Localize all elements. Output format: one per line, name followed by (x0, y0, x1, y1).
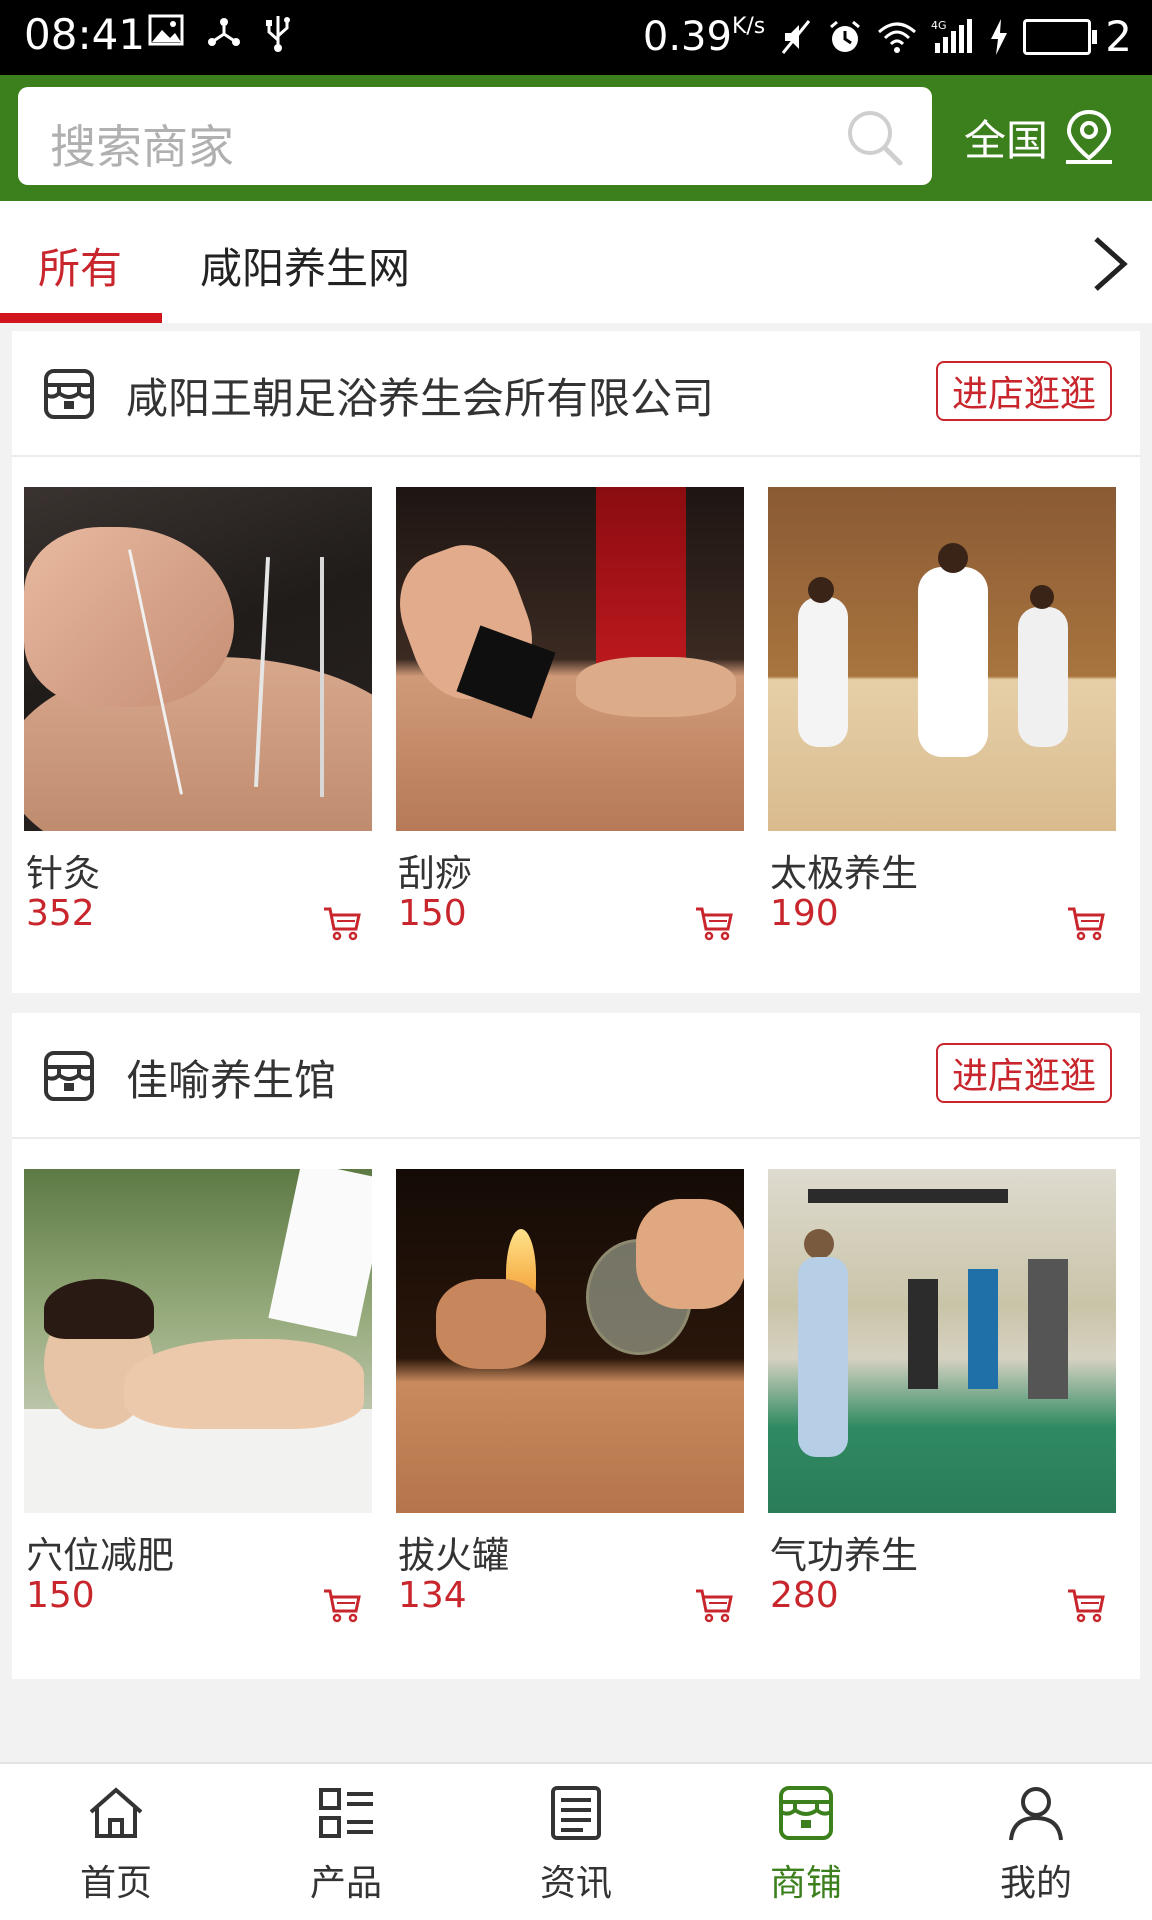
tab-xianyang-health[interactable]: 咸阳养生网 (200, 235, 410, 296)
product-price: 280 (770, 1575, 839, 1616)
cart-icon[interactable] (322, 905, 362, 941)
product-grid: 针灸 352 刮痧 150 太极养生 190 (12, 457, 1140, 987)
gallery-icon (148, 14, 184, 46)
shop-card: 佳喻养生馆 进店逛逛 穴位减肥 150 拔火罐 134 气功养生 280 (12, 1013, 1140, 1679)
product-name: 穴位减肥 (26, 1534, 174, 1577)
shop-card: 咸阳王朝足浴养生会所有限公司 进店逛逛 针灸 352 刮痧 150 太极养生 1… (12, 331, 1140, 993)
shop-header: 佳喻养生馆 进店逛逛 (12, 1013, 1140, 1139)
product-price: 352 (26, 893, 95, 934)
mute-icon (782, 19, 811, 54)
shop-header: 咸阳王朝足浴养生会所有限公司 进店逛逛 (12, 331, 1140, 457)
status-indicators: 0.39K/s 4G 2 (643, 12, 1132, 61)
nav-home-label: 首页 (79, 1863, 152, 1904)
product-card[interactable]: 拔火罐 134 (396, 1169, 744, 1623)
product-card[interactable]: 太极养生 190 (768, 487, 1116, 941)
product-name: 刮痧 (398, 852, 472, 895)
network-type: 4G (931, 19, 947, 32)
region-label: 全国 (964, 115, 1049, 165)
news-icon (551, 1786, 601, 1840)
store-icon (44, 369, 94, 419)
nav-profile-label: 我的 (999, 1863, 1072, 1904)
category-tabs: 所有 咸阳养生网 (0, 201, 1152, 323)
product-name: 拔火罐 (398, 1534, 509, 1577)
product-image-slimming[interactable] (24, 1169, 372, 1513)
sim-number: 2 (1105, 12, 1132, 61)
product-image-acupuncture[interactable] (24, 487, 372, 831)
product-price: 190 (770, 893, 839, 934)
product-image-taichi[interactable] (768, 487, 1116, 831)
battery-icon (1023, 18, 1098, 55)
product-name: 针灸 (26, 852, 100, 895)
nav-products-label: 产品 (309, 1863, 382, 1904)
search-placeholder: 搜索商家 (50, 120, 234, 174)
share-network-icon (208, 18, 240, 46)
active-tab-indicator (0, 313, 162, 323)
app-header: 搜索商家 全国 (0, 75, 1152, 201)
search-input[interactable]: 搜索商家 (18, 87, 932, 185)
network-speed-unit: K/s (731, 13, 766, 39)
product-image-guasha[interactable] (396, 487, 744, 831)
product-name: 气功养生 (770, 1534, 918, 1577)
nav-products[interactable]: 产品 (266, 1782, 426, 1906)
product-price: 150 (398, 893, 467, 934)
product-card[interactable]: 穴位减肥 150 (24, 1169, 372, 1623)
nav-home[interactable]: 首页 (36, 1782, 196, 1906)
list-icon (319, 1788, 373, 1838)
product-image-cupping[interactable] (396, 1169, 744, 1513)
status-time: 08:41 (24, 10, 146, 59)
nav-shops[interactable]: 商铺 (726, 1782, 886, 1906)
product-name: 太极养生 (770, 852, 918, 895)
wifi-icon (878, 22, 917, 53)
nav-news-label: 资讯 (539, 1863, 612, 1904)
enter-shop-button[interactable]: 进店逛逛 (936, 1043, 1112, 1103)
signal-icon: 4G (931, 18, 973, 53)
cart-icon[interactable] (1066, 1587, 1106, 1623)
chevron-right-icon[interactable] (1090, 235, 1130, 293)
store-icon (44, 1051, 94, 1101)
product-card[interactable]: 刮痧 150 (396, 487, 744, 941)
nav-news[interactable]: 资讯 (496, 1782, 656, 1906)
product-card[interactable]: 针灸 352 (24, 487, 372, 941)
shop-name: 佳喻养生馆 (126, 1056, 337, 1105)
status-notifications (148, 14, 292, 52)
nav-profile[interactable]: 我的 (956, 1782, 1116, 1906)
home-icon (89, 1787, 143, 1838)
user-icon (1009, 1787, 1063, 1841)
bottom-navigation: 首页 产品 资讯 商铺 我的 (0, 1762, 1152, 1920)
product-price: 150 (26, 1575, 95, 1616)
cart-icon[interactable] (1066, 905, 1106, 941)
shop-name: 咸阳王朝足浴养生会所有限公司 (126, 374, 715, 423)
product-card[interactable]: 气功养生 280 (768, 1169, 1116, 1623)
network-speed: 0.39 (642, 13, 732, 60)
cart-icon[interactable] (694, 905, 734, 941)
cart-icon[interactable] (694, 1587, 734, 1623)
enter-shop-button[interactable]: 进店逛逛 (936, 361, 1112, 421)
product-image-qigong[interactable] (768, 1169, 1116, 1513)
status-bar: 08:41 0.39K/s 4G 2 (0, 0, 1152, 75)
product-price: 134 (398, 1575, 467, 1616)
search-icon[interactable] (844, 107, 904, 167)
alarm-icon (830, 20, 861, 52)
nav-shops-label: 商铺 (769, 1863, 842, 1904)
product-grid: 穴位减肥 150 拔火罐 134 气功养生 280 (12, 1139, 1140, 1669)
charging-icon (991, 18, 1008, 55)
location-pin-icon (1066, 109, 1113, 164)
usb-icon (266, 16, 290, 52)
cart-icon[interactable] (322, 1587, 362, 1623)
store-icon (779, 1786, 833, 1840)
region-selector[interactable]: 全国 (964, 97, 1116, 177)
tab-all[interactable]: 所有 (38, 235, 122, 296)
